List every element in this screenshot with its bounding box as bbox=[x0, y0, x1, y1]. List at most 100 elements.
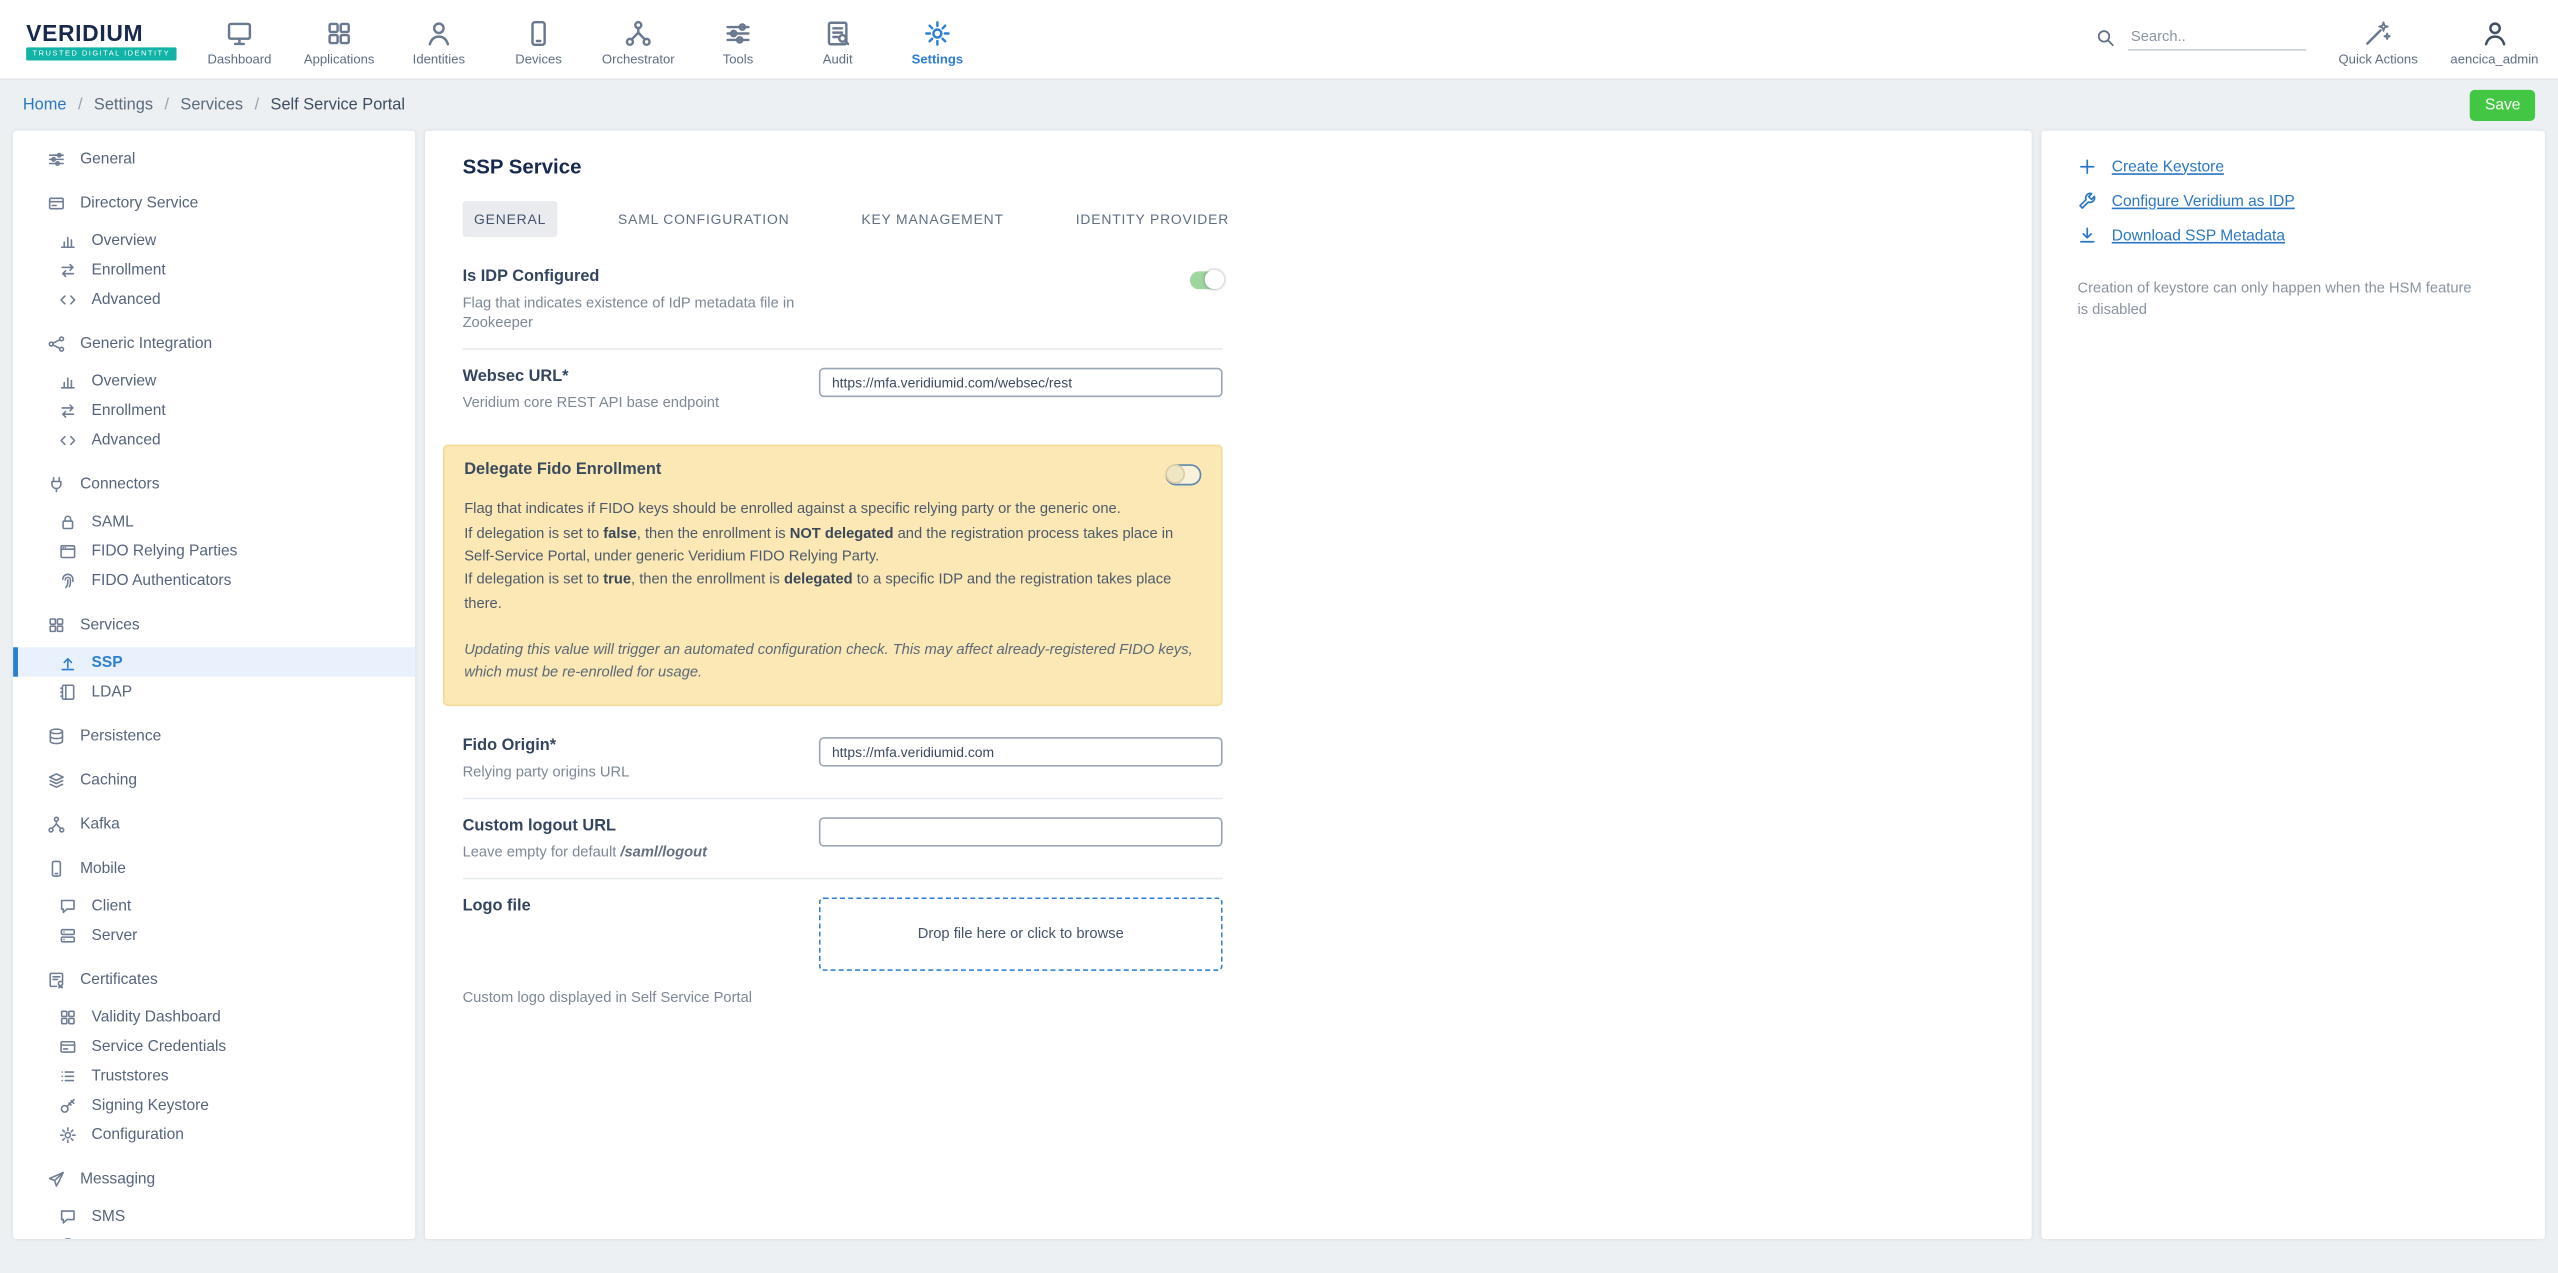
sidebar-item-validity-dashboard[interactable]: Validity Dashboard bbox=[13, 1002, 415, 1031]
sidebar-item-label: Connectors bbox=[80, 475, 159, 493]
is-idp-configured-toggle[interactable] bbox=[1190, 271, 1223, 289]
sidebar-item-sms[interactable]: SMS bbox=[13, 1201, 415, 1230]
sidebar-item-signing-keystore[interactable]: Signing Keystore bbox=[13, 1090, 415, 1119]
sidebar-item-directory-enrollment[interactable]: Enrollment bbox=[13, 255, 415, 284]
tab-identity-provider[interactable]: IDENTITY PROVIDER bbox=[1064, 201, 1240, 237]
generic-integration-icon bbox=[47, 334, 65, 352]
directory-service-icon bbox=[47, 194, 65, 212]
sidebar-item-directory-advanced[interactable]: Advanced bbox=[13, 284, 415, 313]
sidebar-item-label: Caching bbox=[80, 771, 137, 789]
breadcrumb: Home / Settings / Services / Self Servic… bbox=[23, 96, 405, 114]
websec-url-input[interactable] bbox=[819, 368, 1223, 397]
sidebar-item-integration-overview[interactable]: Overview bbox=[13, 366, 415, 395]
sidebar-item-client[interactable]: Client bbox=[13, 891, 415, 920]
mobile-icon bbox=[47, 859, 65, 877]
breadcrumb-settings[interactable]: Settings bbox=[94, 96, 153, 114]
sidebar-item-label: Kafka bbox=[80, 815, 120, 833]
nav-label-devices: Devices bbox=[515, 51, 562, 66]
sidebar-item-label: Messaging bbox=[80, 1169, 155, 1187]
database-icon bbox=[47, 727, 65, 745]
sidebar-item-configuration[interactable]: Configuration bbox=[13, 1120, 415, 1149]
sidebar-item-directory-service[interactable]: Directory Service bbox=[13, 188, 415, 217]
logo-file-dropzone[interactable]: Drop file here or click to browse bbox=[819, 897, 1223, 971]
nav-label-identities: Identities bbox=[413, 51, 465, 66]
sidebar-group-certificates: Certificates Validity Dashboard Service … bbox=[13, 964, 415, 1149]
sidebar-item-truststores[interactable]: Truststores bbox=[13, 1061, 415, 1090]
sidebar-item-kafka[interactable]: Kafka bbox=[13, 809, 415, 838]
sidebar-item-email[interactable]: Email bbox=[13, 1231, 415, 1239]
fido-origin-input[interactable] bbox=[819, 736, 1223, 765]
field-label: Fido Origin* bbox=[463, 736, 798, 754]
custom-logout-url-input[interactable] bbox=[819, 817, 1223, 846]
sidebar-item-general[interactable]: General bbox=[13, 144, 415, 173]
search-input[interactable] bbox=[2128, 25, 2306, 51]
nav-item-tools[interactable]: Tools bbox=[688, 12, 788, 66]
overview-icon bbox=[59, 372, 77, 390]
nav-item-identities[interactable]: Identities bbox=[389, 12, 489, 66]
configure-veridium-as-idp-link[interactable]: Configure Veridium as IDP bbox=[2077, 191, 2509, 211]
sidebar-item-generic-integration[interactable]: Generic Integration bbox=[13, 329, 415, 358]
field-description: Leave empty for default /saml/logout bbox=[463, 841, 798, 861]
download-ssp-metadata-link[interactable]: Download SSP Metadata bbox=[2077, 226, 2509, 246]
logo-file-description: Custom logo displayed in Self Service Po… bbox=[463, 987, 1223, 1007]
certificate-icon bbox=[47, 970, 65, 988]
sidebar-group-persistence: Persistence bbox=[13, 721, 415, 750]
messaging-icon bbox=[47, 1169, 65, 1187]
delegate-description-line-1: Flag that indicates if FIDO keys should … bbox=[464, 498, 1201, 521]
sidebar-item-certificates[interactable]: Certificates bbox=[13, 964, 415, 993]
delegate-description-line-2: If delegation is set to false, then the … bbox=[464, 521, 1201, 568]
sidebar-item-label: Enrollment bbox=[92, 401, 166, 419]
delegate-fido-enrollment-toggle[interactable] bbox=[1165, 465, 1201, 486]
enrollment-icon bbox=[59, 401, 77, 419]
field-meta: Custom logout URL Leave empty for defaul… bbox=[463, 817, 798, 861]
sidebar-item-integration-advanced[interactable]: Advanced bbox=[13, 425, 415, 454]
tab-saml-configuration[interactable]: SAML CONFIGURATION bbox=[607, 201, 801, 237]
sidebar-item-fido-authenticators[interactable]: FIDO Authenticators bbox=[13, 566, 415, 595]
sidebar-item-server[interactable]: Server bbox=[13, 920, 415, 949]
veridium-logo[interactable]: VERIDIUM TRUSTED DIGITAL IDENTITY bbox=[26, 19, 176, 60]
nav-item-dashboard[interactable]: Dashboard bbox=[190, 12, 290, 66]
sidebar-item-messaging[interactable]: Messaging bbox=[13, 1164, 415, 1193]
sidebar-item-ldap[interactable]: LDAP bbox=[13, 677, 415, 706]
save-button[interactable]: Save bbox=[2470, 89, 2535, 120]
sidebar-item-caching[interactable]: Caching bbox=[13, 765, 415, 794]
nav-item-audit[interactable]: Audit bbox=[788, 12, 888, 66]
sidebar-item-service-credentials[interactable]: Service Credentials bbox=[13, 1031, 415, 1060]
breadcrumb-services[interactable]: Services bbox=[180, 96, 243, 114]
sidebar-item-fido-relying-parties[interactable]: FIDO Relying Parties bbox=[13, 536, 415, 565]
key-icon bbox=[59, 1096, 77, 1114]
user-menu[interactable]: aencica_admin bbox=[2450, 12, 2538, 66]
sidebar-item-label: Client bbox=[92, 897, 132, 915]
sidebar-item-persistence[interactable]: Persistence bbox=[13, 721, 415, 750]
breadcrumb-current: Self Service Portal bbox=[271, 96, 405, 114]
nav-item-applications[interactable]: Applications bbox=[289, 12, 389, 66]
sidebar-item-services[interactable]: Services bbox=[13, 610, 415, 639]
sidebar-subgroup: SSP LDAP bbox=[13, 647, 415, 706]
nav-item-orchestrator[interactable]: Orchestrator bbox=[588, 12, 688, 66]
sidebar-item-label: Services bbox=[80, 615, 140, 633]
sidebar-item-ssp[interactable]: SSP bbox=[13, 647, 415, 676]
sidebar-item-label: Server bbox=[92, 926, 138, 944]
breadcrumb-separator: / bbox=[255, 96, 260, 114]
tab-general[interactable]: GENERAL bbox=[463, 201, 558, 237]
create-keystore-link[interactable]: Create Keystore bbox=[2077, 157, 2509, 177]
sidebar-item-label: Service Credentials bbox=[92, 1037, 227, 1055]
tab-key-management[interactable]: KEY MANAGEMENT bbox=[850, 201, 1015, 237]
field-logo-file: Logo file Drop file here or click to bro… bbox=[463, 879, 1223, 987]
nav-item-devices[interactable]: Devices bbox=[489, 12, 589, 66]
sidebar-item-mobile[interactable]: Mobile bbox=[13, 853, 415, 882]
server-icon bbox=[59, 926, 77, 944]
field-fido-origin: Fido Origin* Relying party origins URL bbox=[463, 718, 1223, 797]
global-search bbox=[2095, 25, 2306, 54]
identities-icon bbox=[425, 19, 453, 47]
sidebar-item-integration-enrollment[interactable]: Enrollment bbox=[13, 396, 415, 425]
breadcrumb-home[interactable]: Home bbox=[23, 96, 67, 114]
ssp-service-panel: SSP Service GENERAL SAML CONFIGURATION K… bbox=[425, 131, 2032, 1239]
audit-icon bbox=[824, 19, 852, 47]
quick-actions-button[interactable]: Quick Actions bbox=[2339, 12, 2418, 66]
sidebar-item-saml[interactable]: SAML bbox=[13, 507, 415, 536]
sidebar-item-connectors[interactable]: Connectors bbox=[13, 469, 415, 498]
sms-icon bbox=[59, 1207, 77, 1225]
sidebar-item-directory-overview[interactable]: Overview bbox=[13, 226, 415, 255]
nav-item-settings[interactable]: Settings bbox=[888, 12, 988, 66]
